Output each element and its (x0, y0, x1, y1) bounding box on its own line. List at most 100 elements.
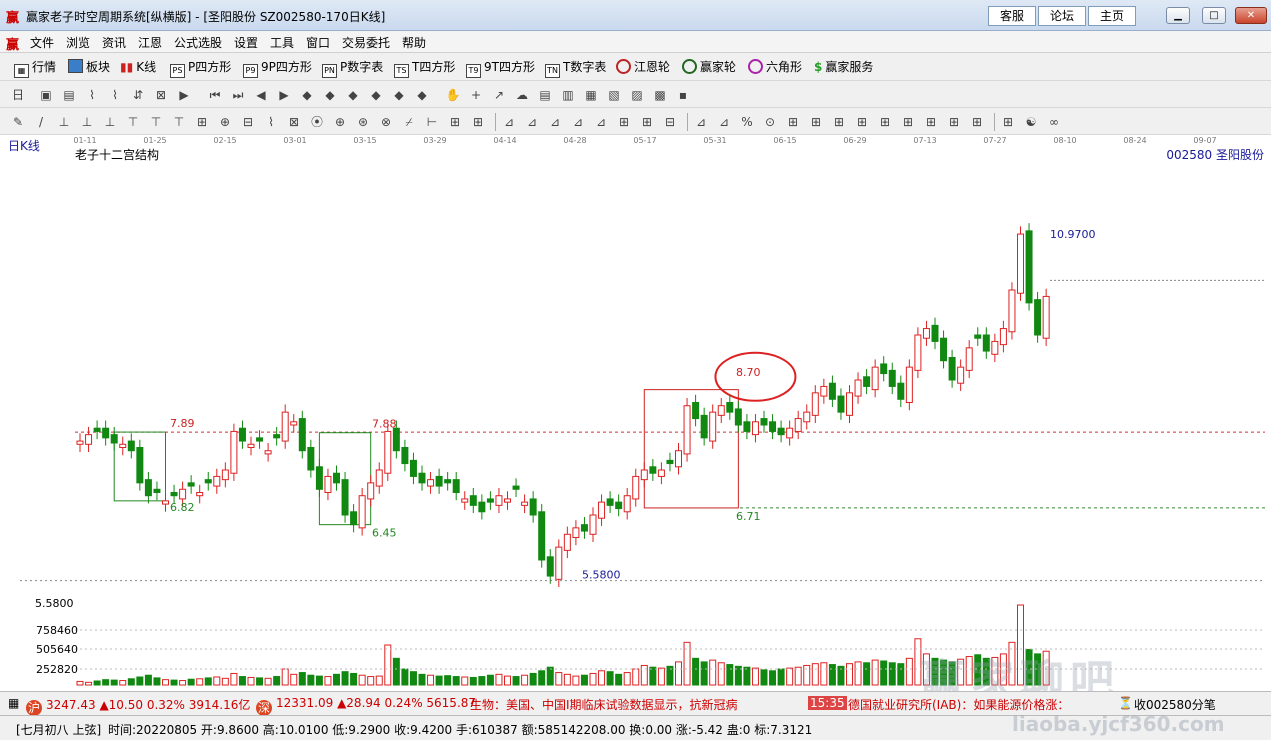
winner-service-button[interactable]: $ 赢家服务 (814, 58, 873, 76)
tool-icon[interactable]: ⊞ (639, 114, 655, 130)
tool-icon[interactable]: ⊥ (79, 114, 95, 130)
menu-settings[interactable]: 设置 (234, 34, 258, 51)
menu-formula[interactable]: 公式选股 (174, 34, 222, 51)
t-square-button[interactable]: TS T四方形 (394, 58, 455, 78)
tool-icon[interactable]: ⊤ (125, 114, 141, 130)
chart-area[interactable]: 01-11 01-25 02-15 03-01 03-15 03-29 04-14 04-28… (0, 135, 1271, 691)
menu-window[interactable]: 窗口 (306, 34, 330, 51)
tick-data-link[interactable]: 收002580分笔 (1134, 696, 1216, 713)
tool-icon[interactable]: ↗ (491, 87, 507, 103)
maximize-button[interactable]: □ (1202, 7, 1226, 24)
tool-icon[interactable]: ▶ (276, 87, 292, 103)
kline-chart[interactable]: 01-11 01-25 02-15 03-01 03-15 03-29 04-14 04-28… (0, 135, 1271, 691)
winner-wheel-button[interactable]: 赢家轮 (682, 58, 736, 76)
tool-icon[interactable]: ⊟ (240, 114, 256, 130)
t-number-table-button[interactable]: TN T数字表 (545, 58, 606, 78)
tool-icon[interactable]: ⌿ (401, 114, 417, 130)
tool-icon[interactable]: ⊠ (286, 114, 302, 130)
tool-icon[interactable]: ⊿ (524, 114, 540, 130)
gann-wheel-button[interactable]: 江恩轮 (616, 58, 670, 76)
tool-icon[interactable]: ▦ (583, 87, 599, 103)
tool-icon[interactable]: ▪ (675, 87, 691, 103)
tool-icon[interactable]: ⊞ (808, 114, 824, 130)
tool-icon[interactable]: ⌇ (107, 87, 123, 103)
tool-icon[interactable]: ⌇ (84, 87, 100, 103)
service-link[interactable]: 客服 (988, 6, 1036, 26)
tool-icon[interactable]: ⊞ (1000, 114, 1016, 130)
tool-icon[interactable]: ⊞ (616, 114, 632, 130)
menu-trade[interactable]: 交易委托 (342, 34, 390, 51)
tool-icon[interactable]: 日▾ (10, 87, 26, 118)
news-ticker-1[interactable]: 生物：美国、中国Ⅰ期临床试验数据显示，抗新冠病 (470, 696, 738, 713)
tool-icon[interactable]: ▣ (38, 87, 54, 103)
tool-icon[interactable]: ⊞ (854, 114, 870, 130)
menu-gann[interactable]: 江恩 (138, 34, 162, 51)
tool-icon[interactable]: ✎ (10, 114, 26, 130)
p-number-table-button[interactable]: PN P数字表 (322, 58, 383, 78)
tool-icon[interactable]: ☁ (514, 87, 530, 103)
tool-icon[interactable]: ⊞ (900, 114, 916, 130)
tool-icon[interactable]: ▨ (629, 87, 645, 103)
tool-icon[interactable]: ⊿ (716, 114, 732, 130)
tool-icon[interactable]: ⊞ (447, 114, 463, 130)
tool-icon[interactable]: ⏭ (230, 87, 246, 103)
menu-file[interactable]: 文件 (30, 34, 54, 51)
homepage-link[interactable]: 主页 (1088, 6, 1136, 26)
tool-icon[interactable]: ⊞ (831, 114, 847, 130)
tool-icon[interactable]: ⊤ (148, 114, 164, 130)
news-ticker-2[interactable]: 德国就业研究所(IAB)：如果能源价格涨： (848, 696, 1069, 713)
tool-icon[interactable]: ▥ (560, 87, 576, 103)
sh-index-quote[interactable]: 3247.43 ▲10.50 0.32% 3914.16亿 (46, 696, 250, 713)
tool-icon[interactable]: ⊞ (946, 114, 962, 130)
tool-icon[interactable]: ⊞ (785, 114, 801, 130)
tool-icon[interactable]: ◆ (368, 87, 384, 103)
9p-square-button[interactable]: P9 9P四方形 (243, 58, 312, 78)
tool-icon[interactable]: ⊿ (693, 114, 709, 130)
9t-square-button[interactable]: T9 9T四方形 (466, 58, 535, 78)
quotes-button[interactable]: ▦ 行情 (14, 58, 56, 78)
tool-icon[interactable]: ⊠ (153, 87, 169, 103)
tool-icon[interactable]: ⏮ (207, 87, 223, 103)
tool-icon[interactable]: ▩ (652, 87, 668, 103)
tool-icon[interactable]: ⊿ (501, 114, 517, 130)
tool-icon[interactable]: ⊗ (378, 114, 394, 130)
tool-icon[interactable]: ⊞ (877, 114, 893, 130)
tool-icon[interactable]: ⊙ (762, 114, 778, 130)
tool-icon[interactable]: ⇵ (130, 87, 146, 103)
tool-icon[interactable]: ◆ (414, 87, 430, 103)
tool-icon[interactable]: % (739, 114, 755, 130)
tool-icon[interactable]: ⊥ (102, 114, 118, 130)
tool-icon[interactable]: ⊞ (923, 114, 939, 130)
tool-icon[interactable]: ⦿ (309, 114, 325, 130)
tool-icon[interactable]: / (33, 114, 49, 130)
tool-icon[interactable]: ◆ (322, 87, 338, 103)
tool-icon[interactable]: ⊞ (470, 114, 486, 130)
close-button[interactable]: ✕ (1235, 7, 1267, 24)
tool-icon[interactable]: ⊿ (570, 114, 586, 130)
tool-icon[interactable]: ▧ (606, 87, 622, 103)
tool-icon[interactable]: ✋ (445, 87, 461, 103)
p-square-button[interactable]: PS P四方形 (170, 58, 231, 78)
tool-icon[interactable]: ☯ (1023, 114, 1039, 130)
sz-index-quote[interactable]: 12331.09 ▲28.94 0.24% 5615.87 (276, 696, 476, 710)
tool-icon[interactable]: ⌇ (263, 114, 279, 130)
tool-icon[interactable]: ⊿ (593, 114, 609, 130)
tool-icon[interactable]: ⊥ (56, 114, 72, 130)
sectors-button[interactable]: 板块 (68, 58, 110, 76)
hexagon-button[interactable]: 六角形 (748, 58, 802, 76)
tool-icon[interactable]: ▤ (61, 87, 77, 103)
menu-help[interactable]: 帮助 (402, 34, 426, 51)
tool-icon[interactable]: ⊞ (194, 114, 210, 130)
tool-icon[interactable]: ⊕ (332, 114, 348, 130)
menu-tools[interactable]: 工具 (270, 34, 294, 51)
tool-icon[interactable]: ∞ (1046, 114, 1062, 130)
kline-button[interactable]: ▮▮ K线 (120, 58, 156, 76)
minimize-button[interactable]: ▁ (1166, 7, 1190, 24)
tool-icon[interactable]: ⊞ (969, 114, 985, 130)
menu-info[interactable]: 资讯 (102, 34, 126, 51)
tool-icon[interactable]: ◆ (299, 87, 315, 103)
menu-browse[interactable]: 浏览 (66, 34, 90, 51)
tool-icon[interactable]: ⊟ (662, 114, 678, 130)
tool-icon[interactable]: ⊛ (355, 114, 371, 130)
tool-icon[interactable]: ⊤ (171, 114, 187, 130)
